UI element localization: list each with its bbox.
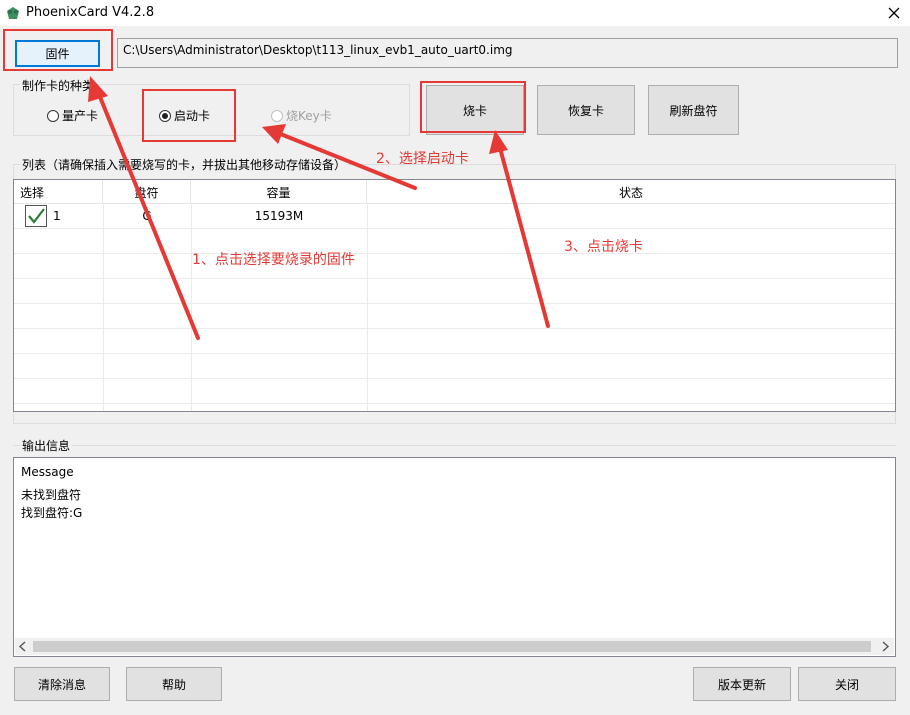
arrow-head-step3 [489, 130, 508, 154]
arrow-head-step1 [88, 76, 108, 102]
arrow-step3 [498, 146, 550, 328]
arrow-step1 [96, 90, 200, 340]
annotation-step3: 3、点击烧卡 [564, 239, 643, 255]
annotation-step1: 1、点击选择要烧录的固件 [192, 252, 355, 268]
annotation-step2: 2、选择启动卡 [376, 151, 469, 167]
annotation-arrows [88, 76, 550, 340]
